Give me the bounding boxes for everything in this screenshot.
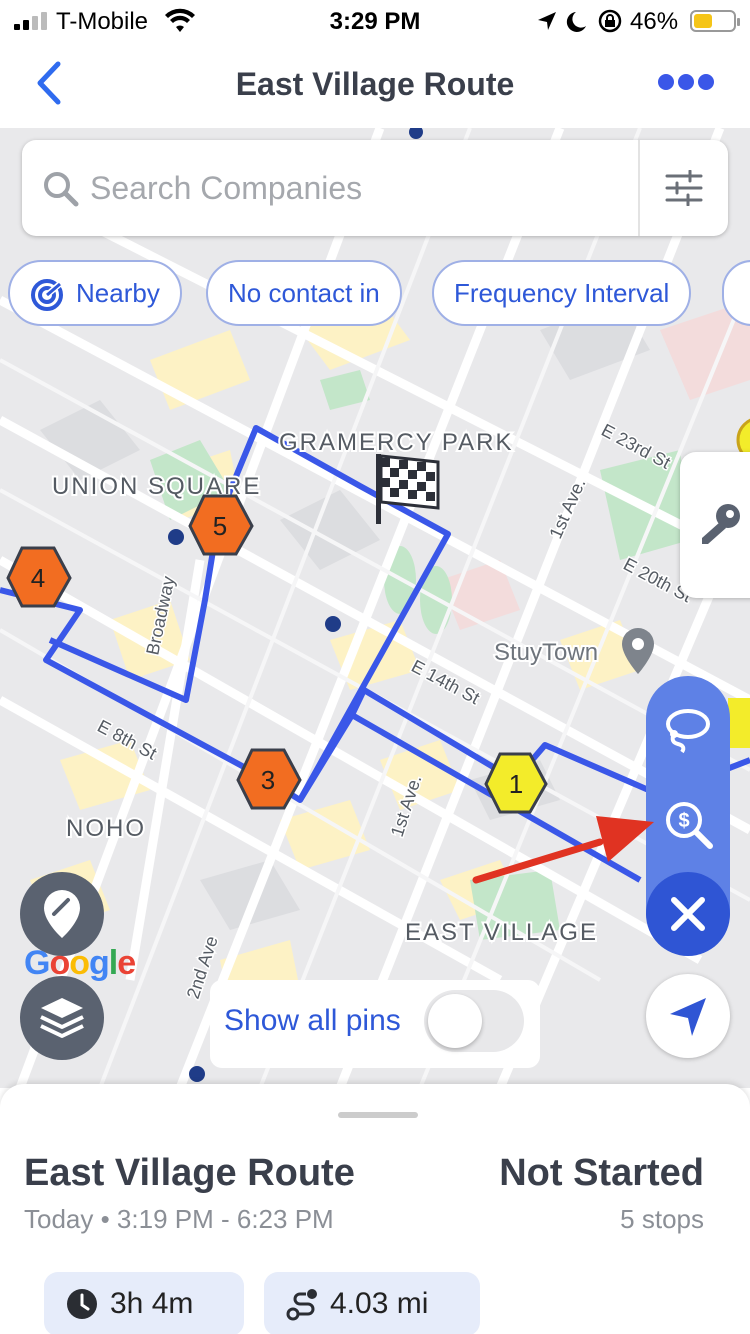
- show-all-pins-toggle[interactable]: [424, 990, 524, 1052]
- route-distance-icon: [286, 1289, 317, 1321]
- label-stuytown: StuyTown: [494, 639, 598, 666]
- search-input[interactable]: Search Companies: [90, 170, 362, 207]
- label-gramercy: GRAMERCY PARK: [279, 429, 514, 456]
- close-icon: [671, 897, 705, 931]
- distance-badge: 4.03 mi: [264, 1272, 480, 1334]
- label-east-village: EAST VILLAGE: [405, 919, 598, 946]
- nav-bar: East Village Route: [0, 44, 750, 128]
- battery-icon: [690, 10, 740, 32]
- clock-icon: [67, 1289, 97, 1319]
- svg-text:5: 5: [213, 511, 227, 541]
- chip-frequency-label: Frequency Interval: [454, 278, 670, 308]
- key-icon: [702, 504, 740, 544]
- chip-no-contact[interactable]: No contact in: [206, 260, 402, 326]
- more-options-icon[interactable]: [658, 74, 714, 90]
- lasso-icon[interactable]: [662, 704, 714, 754]
- search-divider: [638, 140, 640, 236]
- close-tools-button[interactable]: [646, 872, 730, 956]
- sheet-drag-handle[interactable]: [338, 1112, 418, 1118]
- battery-percent: 46%: [630, 8, 679, 35]
- show-all-pins-label: Show all pins: [224, 1004, 401, 1037]
- chip-nearby-label: Nearby: [76, 278, 160, 308]
- navigation-arrow-icon: [670, 998, 706, 1036]
- chip-nearby[interactable]: Nearby: [8, 260, 182, 326]
- route-schedule: Today • 3:19 PM - 6:23 PM: [24, 1204, 334, 1234]
- search-icon: [44, 172, 79, 207]
- sliders-icon[interactable]: [664, 170, 704, 206]
- search-dollar-icon[interactable]: $: [664, 800, 716, 852]
- route-summary-sheet[interactable]: East Village Route Today • 3:19 PM - 6:2…: [0, 1084, 750, 1334]
- layers-icon: [40, 998, 84, 1038]
- route-screen: T-Mobile 3:29 PM 46% East Village Route: [0, 0, 750, 1334]
- nearby-icon: [31, 279, 64, 312]
- google-logo: Google: [24, 944, 136, 982]
- svg-text:1: 1: [509, 769, 523, 799]
- search-bar[interactable]: Search Companies: [22, 140, 728, 236]
- route-title: East Village Route: [24, 1152, 355, 1194]
- svg-text:4: 4: [31, 563, 45, 593]
- show-all-pins-control: Show all pins: [210, 980, 540, 1068]
- route-stop-count: 5 stops: [620, 1204, 704, 1234]
- duration-value: 3h 4m: [110, 1287, 194, 1320]
- chip-frequency[interactable]: Frequency Interval: [432, 260, 692, 326]
- edit-pin-icon: [44, 890, 80, 938]
- chip-no-contact-label: No contact in: [228, 278, 380, 308]
- distance-value: 4.03 mi: [330, 1287, 429, 1320]
- recenter-location-button[interactable]: [646, 974, 730, 1058]
- svg-text:3: 3: [261, 765, 275, 795]
- label-noho: NOHO: [66, 815, 146, 842]
- route-status: Not Started: [499, 1152, 704, 1194]
- location-moon-lock-icons: [538, 9, 622, 33]
- duration-badge: 3h 4m: [44, 1272, 244, 1334]
- map-layers-button[interactable]: [20, 976, 104, 1060]
- key-button[interactable]: [680, 452, 750, 598]
- page-title: East Village Route: [235, 66, 515, 102]
- svg-text:$: $: [678, 810, 689, 832]
- status-bar: T-Mobile 3:29 PM 46%: [0, 0, 750, 44]
